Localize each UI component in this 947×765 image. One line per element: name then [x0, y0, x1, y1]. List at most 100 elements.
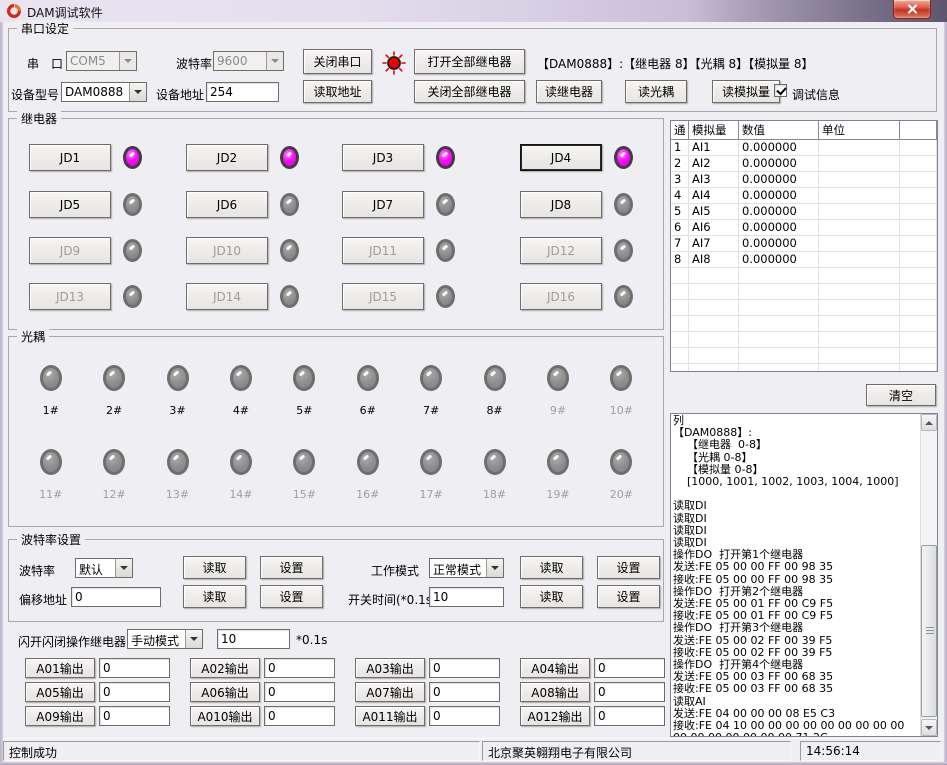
dropdown-arrow-icon[interactable] [486, 559, 503, 577]
output-button-A08输出[interactable]: A08输出 [520, 682, 590, 702]
relay-button-JD4[interactable]: JD4 [520, 144, 602, 171]
flash-mode-select[interactable]: 手动模式 [127, 629, 203, 649]
work-mode-read-button[interactable]: 读取 [520, 556, 583, 579]
dropdown-arrow-icon[interactable] [115, 559, 132, 577]
analog-cell: AI2 [689, 156, 739, 172]
relay-button-JD5[interactable]: JD5 [29, 191, 111, 218]
dropdown-arrow-icon [119, 52, 136, 70]
baud-read-button[interactable]: 读取 [183, 556, 246, 579]
relay-button-JD6[interactable]: JD6 [186, 191, 268, 218]
relay-cell-JD6: JD6 [186, 190, 299, 219]
read-addr-button[interactable]: 读取地址 [303, 80, 372, 103]
dropdown-arrow-icon[interactable] [185, 630, 202, 648]
output-button-A09输出[interactable]: A09输出 [25, 706, 95, 726]
output-input-A012输出[interactable] [594, 706, 665, 726]
analog-cell-empty [671, 316, 689, 332]
status-message: 控制成功 [3, 741, 480, 761]
status-time: 14:56:14 [800, 741, 941, 761]
output-input-A03输出[interactable] [429, 658, 500, 678]
relay-group: 继电器 JD1JD2JD3JD4JD5JD6JD7JD8JD9JD10JD11J… [8, 118, 664, 330]
dropdown-arrow-icon [266, 52, 283, 70]
work-mode-value: 正常模式 [430, 559, 486, 577]
flash-time-input[interactable] [217, 629, 290, 649]
scroll-down-icon[interactable] [921, 719, 937, 736]
output-input-A05输出[interactable] [99, 682, 170, 702]
output-button-A011输出[interactable]: A011输出 [355, 706, 425, 726]
relay-cell-JD10: JD10 [186, 236, 299, 265]
output-button-A01输出[interactable]: A01输出 [25, 658, 95, 678]
offset-read-button[interactable]: 读取 [183, 585, 246, 608]
scroll-up-icon[interactable] [921, 414, 937, 431]
analog-row[interactable]: 6AI60.000000 [671, 220, 937, 236]
baud-setting-select[interactable]: 默认 [75, 558, 133, 578]
relay-led-JD8 [614, 193, 633, 216]
output-input-A011输出[interactable] [429, 706, 500, 726]
read-analog-button[interactable]: 读模拟量 [712, 80, 780, 103]
read-relays-button[interactable]: 读继电器 [536, 80, 602, 103]
read-opto-button[interactable]: 读光耦 [625, 80, 687, 103]
relay-button-JD2[interactable]: JD2 [186, 144, 268, 171]
titlebar: DAM调试软件 [0, 0, 947, 22]
debug-info-checkbox[interactable] [774, 84, 787, 97]
device-model-label: 设备型号 [11, 86, 59, 103]
output-input-A07输出[interactable] [429, 682, 500, 702]
scrollbar-thumb[interactable] [921, 545, 937, 717]
output-input-A02输出[interactable] [264, 658, 335, 678]
analog-cell-empty [671, 364, 689, 372]
output-button-A010输出[interactable]: A010输出 [190, 706, 260, 726]
analog-cell: 0.000000 [739, 204, 819, 220]
open-all-relays-button[interactable]: 打开全部继电器 [414, 49, 525, 74]
device-addr-input[interactable] [206, 82, 279, 102]
offset-set-button[interactable]: 设置 [260, 585, 323, 608]
offset-addr-input[interactable] [71, 587, 161, 607]
analog-row[interactable]: 3AI30.000000 [671, 172, 937, 188]
opto-channel-label-12#: 12# [103, 488, 126, 501]
close-port-button[interactable]: 关闭串口 [303, 49, 372, 74]
output-input-A04输出[interactable] [594, 658, 665, 678]
output-input-A06输出[interactable] [264, 682, 335, 702]
clear-log-button[interactable]: 清空 [866, 384, 936, 406]
output-button-A03输出[interactable]: A03输出 [355, 658, 425, 678]
opto-channel-15#: 15# [273, 449, 336, 501]
opto-channel-10#: 10# [590, 365, 653, 417]
work-mode-select[interactable]: 正常模式 [429, 558, 504, 578]
output-button-A02输出[interactable]: A02输出 [190, 658, 260, 678]
analog-cell-empty [900, 284, 937, 300]
output-button-A06输出[interactable]: A06输出 [190, 682, 260, 702]
output-input-A01输出[interactable] [99, 658, 170, 678]
device-model-select[interactable]: DAM0888 [61, 82, 147, 102]
dropdown-arrow-icon[interactable] [129, 83, 146, 101]
switch-time-input[interactable] [429, 587, 504, 607]
opto-led-20# [610, 449, 632, 475]
output-button-A04输出[interactable]: A04输出 [520, 658, 590, 678]
relay-button-JD8[interactable]: JD8 [520, 191, 602, 218]
relay-cell-JD9: JD9 [29, 236, 142, 265]
output-button-A07输出[interactable]: A07输出 [355, 682, 425, 702]
output-button-A05输出[interactable]: A05输出 [25, 682, 95, 702]
analog-cell [819, 252, 900, 268]
switch-time-read-button[interactable]: 读取 [520, 585, 583, 608]
analog-cell: AI5 [689, 204, 739, 220]
baud-set-button[interactable]: 设置 [260, 556, 323, 579]
output-input-A09输出[interactable] [99, 706, 170, 726]
analog-row[interactable]: 1AI10.000000 [671, 140, 937, 156]
window-title: DAM调试软件 [27, 4, 103, 21]
switch-time-set-button[interactable]: 设置 [597, 585, 660, 608]
analog-cell: 0.000000 [739, 156, 819, 172]
work-mode-set-button[interactable]: 设置 [597, 556, 660, 579]
output-button-A012输出[interactable]: A012输出 [520, 706, 590, 726]
output-input-A08输出[interactable] [594, 682, 665, 702]
analog-row[interactable]: 2AI20.000000 [671, 156, 937, 172]
relay-button-JD1[interactable]: JD1 [29, 144, 111, 171]
analog-row[interactable]: 7AI70.000000 [671, 236, 937, 252]
output-input-A010输出[interactable] [264, 706, 335, 726]
analog-row[interactable]: 8AI80.000000 [671, 252, 937, 268]
relay-button-JD3[interactable]: JD3 [342, 144, 424, 171]
close-button[interactable] [893, 0, 931, 19]
analog-row[interactable]: 5AI50.000000 [671, 204, 937, 220]
close-all-relays-button[interactable]: 关闭全部继电器 [414, 80, 525, 103]
opto-channel-label-14#: 14# [229, 488, 252, 501]
relay-button-JD7[interactable]: JD7 [342, 191, 424, 218]
analog-row[interactable]: 4AI40.000000 [671, 188, 937, 204]
opto-channel-12#: 12# [82, 449, 145, 501]
